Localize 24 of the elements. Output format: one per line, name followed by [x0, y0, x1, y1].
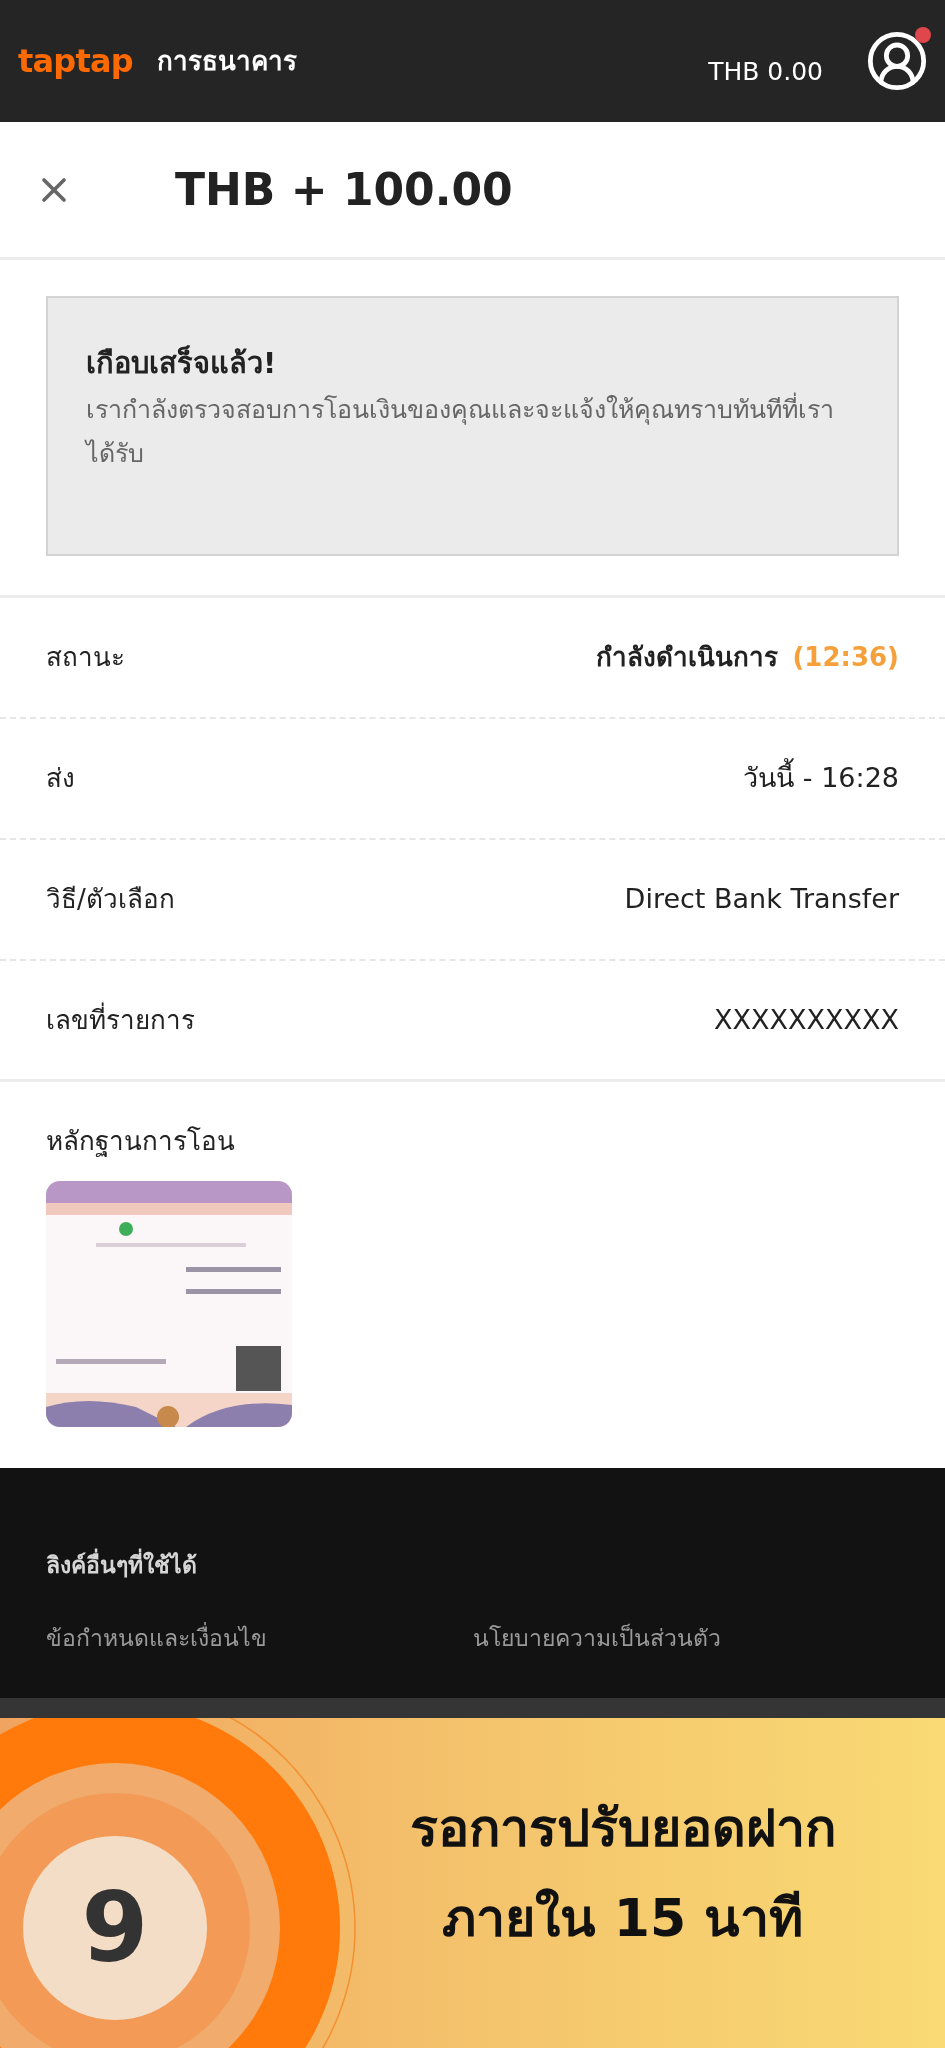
timer: (12:36) [792, 641, 899, 674]
banner-text: ภายใน 15 นาที [441, 1887, 804, 1950]
footer-link[interactable]: ข้อกำหนดและเงื่อนไข [46, 1620, 267, 1655]
notice-message: เรากำลังตรวจสอบการโอนเงินของคุณและจะแจ้งให้คุณทราบทันทีที่เราได้รับ [86, 391, 835, 470]
detail-value: Direct Bank Transfer [624, 882, 899, 917]
detail-value: วันนี้ - 16:28 [743, 758, 899, 799]
footer-link[interactable]: นโยบายความเป็นส่วนตัว [472, 1620, 721, 1655]
banner-text: รอการปรับยอดฝาก [409, 1797, 836, 1860]
detail-value: XXXXXXXXXX [714, 1002, 899, 1037]
page-title: การธนาคาร [156, 44, 297, 78]
notice-title: เกือบเสร็จแล้ว! [86, 344, 278, 382]
logo[interactable]: taptap [18, 37, 133, 85]
proof-label: หลักฐานการโอน [46, 1125, 236, 1159]
detail-label: สถานะ [46, 641, 125, 674]
balance: THB 0.00 [708, 56, 823, 89]
footer-heading: ลิงค์อื่นๆที่ใช้ได้ [46, 1548, 899, 1583]
account-button[interactable] [865, 29, 929, 93]
detail-label: เลขที่รายการ [46, 1001, 195, 1037]
detail-label: วิธี/ตัวเลือก [46, 883, 175, 916]
step-number: 9 [81, 1871, 149, 1986]
user-icon [865, 29, 929, 93]
detail-value: กำลังดำเนินการ [596, 641, 779, 674]
amount: THB + 100.00 [175, 162, 513, 217]
detail-label: ส่ง [46, 762, 75, 795]
